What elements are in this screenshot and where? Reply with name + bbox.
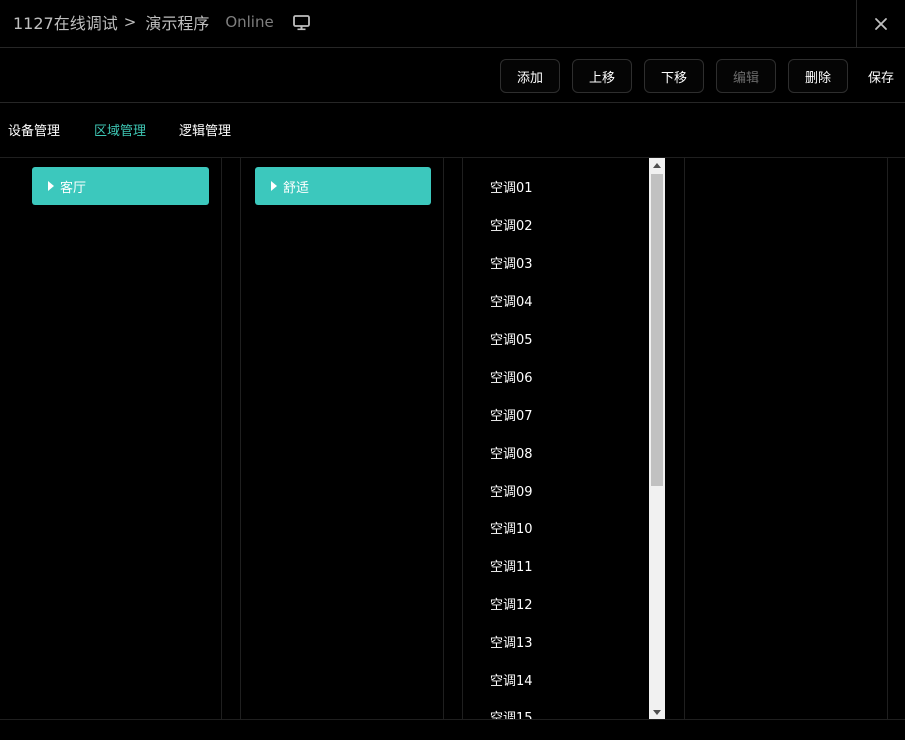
edit-button[interactable]: 编辑 xyxy=(716,59,776,93)
scroll-thumb[interactable] xyxy=(651,174,663,486)
tab-area-management[interactable]: 区域管理 xyxy=(94,120,146,139)
tab-logic-management[interactable]: 逻辑管理 xyxy=(179,120,231,139)
device-list-scrollbar[interactable] xyxy=(649,158,665,720)
list-item[interactable]: 空调14 xyxy=(490,670,533,689)
list-item[interactable]: 空调13 xyxy=(490,632,533,651)
monitor-icon[interactable] xyxy=(292,13,311,32)
breadcrumb-project[interactable]: 1127在线调试 xyxy=(13,10,118,34)
title-bar: 1127在线调试 > 演示程序 Online xyxy=(0,0,905,48)
column-divider xyxy=(887,158,888,720)
room-item-living-room[interactable]: 客厅 xyxy=(32,167,209,205)
column-divider xyxy=(443,158,444,720)
scene-label: 舒适 xyxy=(283,180,310,196)
list-item[interactable]: 空调02 xyxy=(490,215,533,234)
expand-triangle-icon xyxy=(271,181,277,191)
breadcrumb: 1127在线调试 > 演示程序 Online xyxy=(13,0,311,44)
list-item[interactable]: 空调08 xyxy=(490,443,533,462)
app-window: 1127在线调试 > 演示程序 Online 添加 上移 下移 编辑 删除 保存 xyxy=(0,0,905,740)
column-divider xyxy=(240,158,241,720)
scene-item-comfort[interactable]: 舒适 xyxy=(255,167,431,205)
list-item[interactable]: 空调09 xyxy=(490,481,533,500)
delete-button[interactable]: 删除 xyxy=(788,59,848,93)
room-label: 客厅 xyxy=(60,180,87,196)
breadcrumb-program: 演示程序 xyxy=(145,14,210,33)
list-item[interactable]: 空调07 xyxy=(490,405,533,424)
column-divider xyxy=(684,158,685,720)
list-item[interactable]: 空调03 xyxy=(490,253,533,272)
tab-bar: 设备管理 区域管理 逻辑管理 xyxy=(0,103,905,158)
device-list: 空调01 空调02 空调03 空调04 空调05 空调06 空调07 空调08 … xyxy=(463,158,649,720)
bottom-divider xyxy=(0,719,905,720)
list-item[interactable]: 空调11 xyxy=(490,556,533,575)
move-up-button[interactable]: 上移 xyxy=(572,59,632,93)
column-panel: 客厅 舒适 空调01 空调02 空调03 空调04 空调05 空调06 空调07… xyxy=(0,158,905,720)
tab-device-management[interactable]: 设备管理 xyxy=(8,120,60,139)
column-divider xyxy=(221,158,222,720)
list-item[interactable]: 空调05 xyxy=(490,329,533,348)
expand-triangle-icon xyxy=(48,181,54,191)
list-item[interactable]: 空调06 xyxy=(490,367,533,386)
add-button[interactable]: 添加 xyxy=(500,59,560,93)
breadcrumb-separator: > xyxy=(123,13,137,31)
list-item[interactable]: 空调01 xyxy=(490,177,533,196)
list-item[interactable]: 空调04 xyxy=(490,291,533,310)
toolbar: 添加 上移 下移 编辑 删除 保存 xyxy=(0,48,905,103)
list-item[interactable]: 空调10 xyxy=(490,518,533,537)
list-item[interactable]: 空调12 xyxy=(490,594,533,613)
scroll-down-arrow-icon[interactable] xyxy=(653,710,661,715)
close-button[interactable] xyxy=(856,0,905,48)
scroll-up-arrow-icon[interactable] xyxy=(653,163,661,168)
connection-status: Online xyxy=(225,13,274,31)
save-button[interactable]: 保存 xyxy=(860,59,902,93)
move-down-button[interactable]: 下移 xyxy=(644,59,704,93)
close-icon xyxy=(875,18,887,30)
